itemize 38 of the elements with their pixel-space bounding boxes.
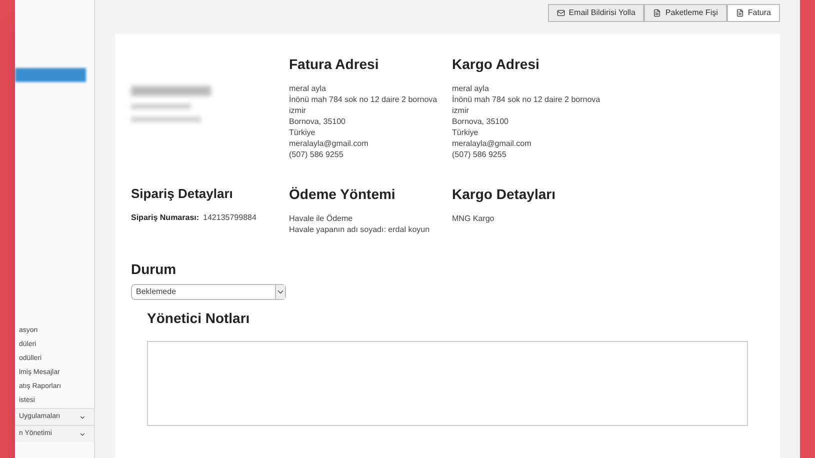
document-icon [736, 9, 744, 17]
address-line: Türkiye [289, 127, 316, 138]
address-line: (507) 586 9255 [289, 149, 344, 160]
document-icon [653, 9, 662, 17]
order-number: 142135799884 [203, 212, 256, 224]
section-heading: Sipariş Detayları [131, 185, 234, 203]
address-line: meralayla@gmail.com [289, 138, 370, 149]
section-heading: Fatura Adresi [289, 55, 380, 74]
address-line: Bornova, 35100 [289, 116, 346, 127]
address-line: meral ayla [289, 83, 327, 94]
section-heading: Yönetici Notları [147, 309, 251, 328]
mail-icon [556, 9, 565, 17]
order-number-label: Sipariş Numarası: [131, 212, 200, 224]
address-line: izmir [452, 105, 470, 116]
payment-line: Havale ile Ödeme [289, 213, 354, 224]
address-line: meral ayla [452, 83, 490, 94]
address-line: İnönü mah 784 sok no 12 daire 2 bornova [289, 94, 438, 105]
address-line: İnönü mah 784 sok no 12 daire 2 bornova [452, 94, 602, 105]
address-line: Türkiye [452, 127, 480, 138]
notes-field[interactable] [147, 341, 748, 426]
toolbar-button[interactable]: Email Bildirisi Yolla [548, 4, 644, 22]
section-heading: Kargo Detayları [452, 185, 556, 204]
address-line: (507) 586 9255 [452, 149, 508, 160]
shipping-line: MNG Kargo [452, 213, 496, 224]
address-line: Bornova, 35100 [452, 116, 510, 127]
toolbar-button[interactable]: Paketleme Fişi [644, 4, 727, 22]
address-line: izmir [289, 105, 307, 116]
status-select[interactable]: Beklemede [131, 284, 286, 300]
caret-icon [79, 414, 86, 420]
toolbar-button[interactable]: Fatura [726, 4, 780, 22]
sidebar-active-bar [15, 68, 86, 82]
caret-icon [79, 430, 86, 438]
section-heading: Durum [131, 260, 178, 279]
section-heading: Ödeme Yöntemi [289, 185, 396, 204]
address-line: meralayla@gmail.com [452, 138, 532, 149]
payment-line: Havale yapanın adı soyadı: erdal koyun [289, 224, 431, 235]
dropdown-icon [275, 285, 285, 299]
section-heading: Kargo Adresi [452, 55, 540, 74]
